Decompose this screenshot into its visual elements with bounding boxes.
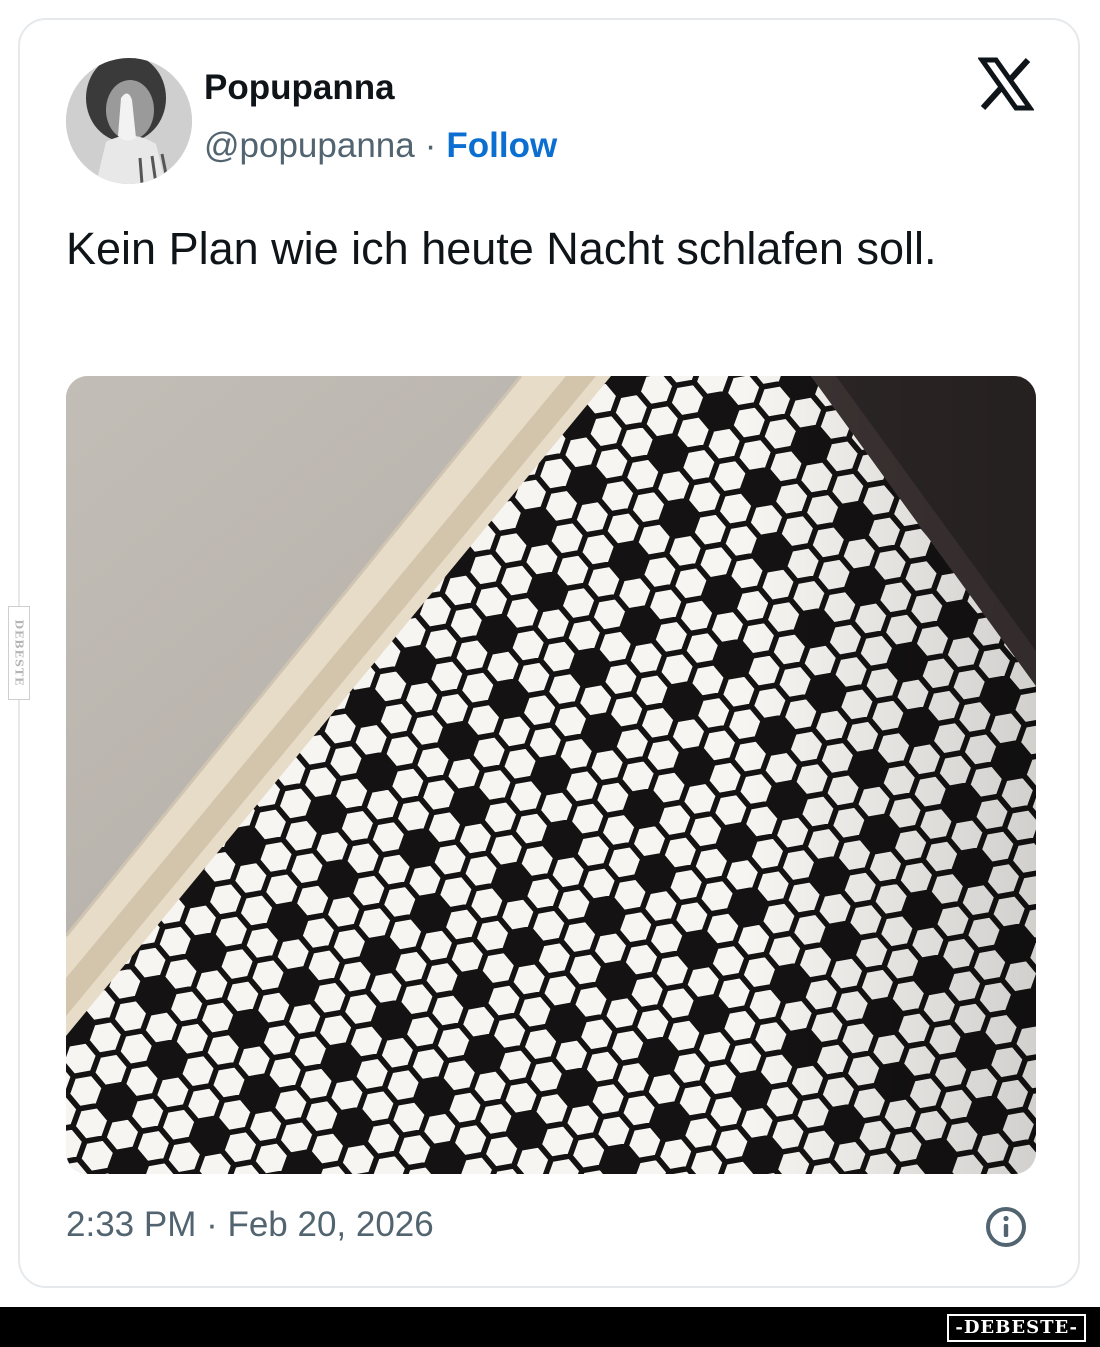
display-name[interactable]: Popupanna — [204, 68, 395, 108]
follow-button[interactable]: Follow — [446, 126, 557, 165]
side-watermark-text: DEBESTE — [12, 619, 26, 687]
brand-watermark: -DEBESTE- — [947, 1314, 1086, 1342]
tweet-card: Popupanna @popupanna · Follow Kein Plan wi… — [18, 18, 1080, 1288]
separator-dot: · — [424, 126, 437, 165]
handle-row: @popupanna · Follow — [204, 126, 557, 166]
bottom-watermark-bar: -DEBESTE- — [0, 1307, 1100, 1347]
tile-floor-photo — [66, 376, 1036, 1174]
side-watermark: DEBESTE — [8, 606, 30, 700]
avatar[interactable] — [66, 58, 192, 184]
tweet-text: Kein Plan wie ich heute Nacht schlafen s… — [66, 223, 937, 274]
tweet-media-image[interactable] — [66, 376, 1036, 1174]
x-logo-icon[interactable] — [977, 56, 1035, 112]
info-icon[interactable] — [984, 1205, 1028, 1249]
tweet-timestamp[interactable]: 2:33 PM · Feb 20, 2026 — [66, 1205, 434, 1245]
avatar-photo — [66, 58, 192, 184]
user-handle[interactable]: @popupanna — [204, 126, 415, 165]
